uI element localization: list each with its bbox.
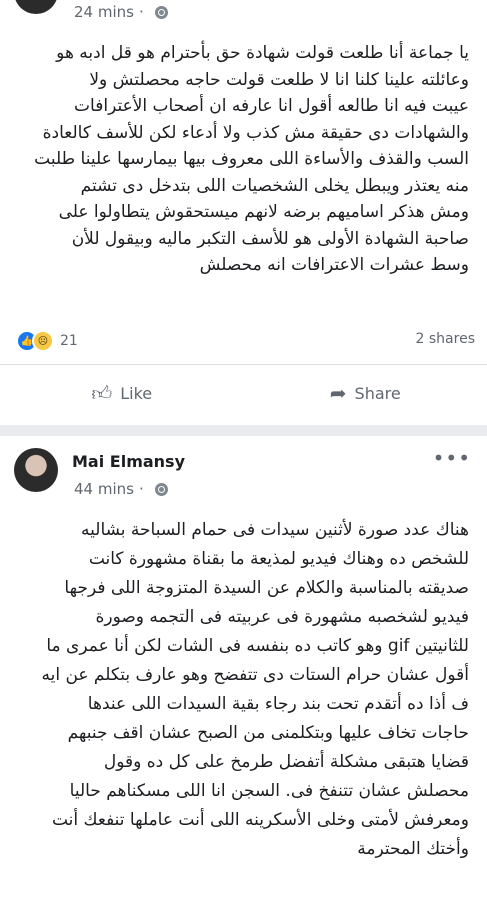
share-arrow-icon: ➦ xyxy=(329,381,347,405)
reactions-summary[interactable]: 👍 ☹ 21 xyxy=(16,330,78,352)
like-button[interactable]: 👍︎ Like xyxy=(0,365,244,421)
post-time[interactable]: 44 mins xyxy=(74,480,134,498)
share-button[interactable]: ➦ Share xyxy=(244,365,487,421)
author-name[interactable]: Mai Elmansy xyxy=(72,452,185,471)
post-text-line: صديقته بالمناسبة والكلام عن السيدة المتز… xyxy=(64,578,469,598)
post-meta: 44 mins · xyxy=(74,480,168,498)
separator-dot: · xyxy=(138,3,144,21)
post-actions: 👍︎ Like ➦ Share xyxy=(0,364,487,421)
sad-reaction-icon: ☹ xyxy=(32,330,54,352)
post-text-line: أقول عشان حرام الستات دى تتفضح وهو عارف … xyxy=(41,665,469,685)
post-text-line: محصلش عشان تتنفخ فى. السجن انا اللى مسكن… xyxy=(69,781,469,801)
post-text-line: للشخص ده وهناك فيديو لمذيعة ما بقناة مشه… xyxy=(88,549,469,569)
post-text: يا جماعة أنا طلعت قولت شهادة حق بأحترام … xyxy=(0,40,487,279)
post-text-line: يا جماعة أنا طلعت قولت شهادة حق بأحترام … xyxy=(56,43,469,63)
separator-dot: · xyxy=(138,480,144,498)
globe-icon xyxy=(154,482,168,496)
post-text-line: فيديو لشخصبه مشهورة فى عربيته فى التجمه … xyxy=(95,607,469,627)
post-text-line: منه يعتذر ويبطل يخلى الشخصيات اللى بتدخل… xyxy=(80,175,469,196)
globe-icon xyxy=(154,5,168,19)
author-avatar[interactable] xyxy=(14,448,58,492)
post-time[interactable]: 24 mins xyxy=(74,3,134,21)
post-text: هناك عدد صورة لأثنين سيدات فى حمام السبا… xyxy=(0,516,487,864)
post-text-line: حاجات تخاف عليها وبتكلمنى من الصبح عشان … xyxy=(67,723,469,743)
post-card-1: 24 mins · يا جماعة أنا طلعت قولت شهادة ح… xyxy=(0,0,487,425)
post-text-line: ومعرفش لأمتى وخلى الأسكرينه اللى أنت عام… xyxy=(51,810,469,830)
like-label: Like xyxy=(120,383,153,403)
post-text-line: وعائلته علينا كلنا انا لا طلعت قولت حاجه… xyxy=(89,69,469,90)
post-text-line: ومش هذكر اساميهم برضه لانهم ميستحقوش يتط… xyxy=(58,202,469,222)
post-text-line: عيبت فيه انا طالعه أقول انا عارفه ان أصح… xyxy=(74,96,469,116)
post-meta: 24 mins · xyxy=(74,3,168,21)
post-text-line: للثانيتين gif وهو كاتب ده بنفسه فى الشات… xyxy=(46,636,469,656)
post-text-line: ف أذا ده أتقدم تحت بند رجاء بقية السيدات… xyxy=(87,694,469,714)
thumbs-up-icon: 👍︎ xyxy=(91,380,113,405)
post-text-line: السب والقذف والأساءة اللى معروف بيها بيم… xyxy=(34,149,469,169)
post-text-line: وسط عشرات الاعترافات انه محصلش xyxy=(199,255,469,275)
avatar[interactable] xyxy=(14,0,58,14)
share-label: Share xyxy=(354,383,401,403)
post-text-line: وأختك المحترمة xyxy=(357,839,469,859)
post-text-line: هناك عدد صورة لأثنين سيدات فى حمام السبا… xyxy=(81,520,469,540)
more-options-icon[interactable]: ••• xyxy=(433,446,471,470)
shares-label: 2 shares xyxy=(415,331,475,347)
reaction-count: 21 xyxy=(60,333,78,349)
post-text-line: قضايا هتبقى مشكلة أتفضل طرمخ على كل ده و… xyxy=(103,752,469,772)
post-text-line: صاحبة الشهادة الأولى هو للأسف التكبر مال… xyxy=(71,228,469,249)
shares-count[interactable]: 2 shares xyxy=(416,331,475,347)
post-card-2: Mai Elmansy 44 mins · ••• هناك عدد صورة … xyxy=(0,436,487,900)
post-text-line: والشهادات دى حقيقة مش كذب ولا أدعاء لكن … xyxy=(42,122,469,143)
